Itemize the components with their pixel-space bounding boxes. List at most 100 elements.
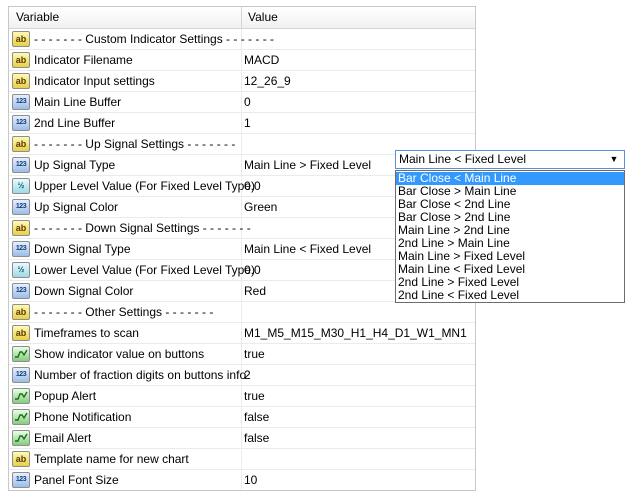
table-row[interactable]: 123 Panel Font Size 10 <box>9 470 475 490</box>
variable-name: Down Signal Color <box>34 284 134 298</box>
string-type-icon: ab <box>12 73 30 89</box>
variable-name: Lower Level Value (For Fixed Level Type) <box>34 263 255 277</box>
variable-cell[interactable]: 123 Panel Font Size <box>9 470 242 490</box>
integer-type-icon: 123 <box>12 472 30 488</box>
variable-cell[interactable]: ½ Lower Level Value (For Fixed Level Type… <box>9 260 255 280</box>
table-row[interactable]: ab Template name for new chart <box>9 449 475 470</box>
variable-name: - - - - - - - Up Signal Settings - - - -… <box>34 137 236 151</box>
variable-cell[interactable]: 123 Number of fraction digits on buttons … <box>9 365 246 385</box>
boolean-type-icon <box>12 346 30 362</box>
signal-type-combobox-value: Main Line < Fixed Level <box>399 152 527 166</box>
variable-cell[interactable]: ab - - - - - - - Down Signal Settings - -… <box>9 218 251 238</box>
integer-type-icon: 123 <box>12 115 30 131</box>
variable-cell[interactable]: ½ Upper Level Value (For Fixed Level Type… <box>9 176 255 196</box>
variable-name: Up Signal Color <box>34 200 119 214</box>
value-cell[interactable]: 1 <box>242 113 475 133</box>
variable-cell[interactable]: 123 Down Signal Type <box>9 239 242 259</box>
value-cell[interactable]: false <box>242 428 475 448</box>
variable-name: Indicator Filename <box>34 53 133 67</box>
variable-cell[interactable]: 123 Up Signal Type <box>9 155 242 175</box>
double-type-icon: ½ <box>12 262 30 278</box>
boolean-type-icon <box>12 430 30 446</box>
table-row[interactable]: 123 2nd Line Buffer 1 <box>9 113 475 134</box>
value-cell[interactable]: true <box>242 344 475 364</box>
dropdown-option[interactable]: 2nd Line < Fixed Level <box>396 289 624 302</box>
value-cell[interactable] <box>242 302 475 322</box>
variable-cell[interactable]: ab Timeframes to scan <box>9 323 242 343</box>
variable-cell[interactable]: 123 Up Signal Color <box>9 197 242 217</box>
table-row[interactable]: ab Indicator Filename MACD <box>9 50 475 71</box>
integer-type-icon: 123 <box>12 157 30 173</box>
variable-cell[interactable]: Popup Alert <box>9 386 242 406</box>
column-header-variable[interactable]: Variable <box>9 7 242 28</box>
variable-name: Panel Font Size <box>34 473 119 487</box>
signal-type-combobox[interactable]: Main Line < Fixed Level ▼ <box>395 150 625 169</box>
variable-cell[interactable]: ab Template name for new chart <box>9 449 242 469</box>
value-cell[interactable] <box>242 449 475 469</box>
chevron-down-icon[interactable]: ▼ <box>607 151 621 168</box>
table-row[interactable]: Show indicator value on buttons true <box>9 344 475 365</box>
variable-cell[interactable]: 123 Down Signal Color <box>9 281 242 301</box>
variable-name: Template name for new chart <box>34 452 189 466</box>
variable-name: Email Alert <box>34 431 92 445</box>
value-cell[interactable]: M1_M5_M15_M30_H1_H4_D1_W1_MN1 <box>242 323 475 343</box>
table-row[interactable]: ab Indicator Input settings 12_26_9 <box>9 71 475 92</box>
boolean-type-icon <box>12 409 30 425</box>
table-row[interactable]: 123 Number of fraction digits on buttons … <box>9 365 475 386</box>
variable-cell[interactable]: Email Alert <box>9 428 242 448</box>
string-type-icon: ab <box>12 220 30 236</box>
table-row[interactable]: ab - - - - - - - Custom Indicator Setting… <box>9 29 475 50</box>
signal-type-dropdown-list[interactable]: Bar Close < Main Line Bar Close > Main Li… <box>395 170 625 303</box>
variable-cell[interactable]: ab Indicator Filename <box>9 50 242 70</box>
value-cell[interactable]: 0 <box>242 92 475 112</box>
variable-cell[interactable]: ab - - - - - - - Other Settings - - - - -… <box>9 302 242 322</box>
variable-name: Number of fraction digits on buttons inf… <box>34 368 247 382</box>
string-type-icon: ab <box>12 31 30 47</box>
value-cell[interactable]: true <box>242 386 475 406</box>
variable-name: - - - - - - - Other Settings - - - - - -… <box>34 305 214 319</box>
variable-cell[interactable]: Show indicator value on buttons <box>9 344 242 364</box>
variable-name: - - - - - - - Down Signal Settings - - -… <box>34 221 251 235</box>
table-row[interactable]: 123 Main Line Buffer 0 <box>9 92 475 113</box>
table-row[interactable]: ab Timeframes to scan M1_M5_M15_M30_H1_H4_… <box>9 323 475 344</box>
variable-cell[interactable]: 123 Main Line Buffer <box>9 92 242 112</box>
integer-type-icon: 123 <box>12 283 30 299</box>
integer-type-icon: 123 <box>12 367 30 383</box>
value-cell[interactable] <box>242 29 475 49</box>
variable-name: Main Line Buffer <box>34 95 122 109</box>
value-cell[interactable]: 12_26_9 <box>242 71 475 91</box>
variable-name: Show indicator value on buttons <box>34 347 205 361</box>
double-type-icon: ½ <box>12 178 30 194</box>
integer-type-icon: 123 <box>12 241 30 257</box>
variable-cell[interactable]: 123 2nd Line Buffer <box>9 113 242 133</box>
string-type-icon: ab <box>12 304 30 320</box>
boolean-type-icon <box>12 388 30 404</box>
variable-cell[interactable]: Phone Notification <box>9 407 242 427</box>
value-cell[interactable]: 2 <box>242 365 475 385</box>
variable-cell[interactable]: ab - - - - - - - Up Signal Settings - - -… <box>9 134 242 154</box>
string-type-icon: ab <box>12 136 30 152</box>
variable-name: Popup Alert <box>34 389 97 403</box>
string-type-icon: ab <box>12 325 30 341</box>
column-header-value[interactable]: Value <box>241 7 278 28</box>
variable-name: Timeframes to scan <box>34 326 139 340</box>
table-row[interactable]: ab - - - - - - - Other Settings - - - - -… <box>9 302 475 323</box>
variable-name: Down Signal Type <box>34 242 131 256</box>
value-cell[interactable]: false <box>242 407 475 427</box>
table-row[interactable]: Popup Alert true <box>9 386 475 407</box>
table-row[interactable]: Phone Notification false <box>9 407 475 428</box>
table-row[interactable]: Email Alert false <box>9 428 475 449</box>
value-cell[interactable]: MACD <box>242 50 475 70</box>
variable-cell[interactable]: ab - - - - - - - Custom Indicator Setting… <box>9 29 274 49</box>
variable-name: Upper Level Value (For Fixed Level Type) <box>34 179 255 193</box>
integer-type-icon: 123 <box>12 94 30 110</box>
variable-name: Up Signal Type <box>34 158 116 172</box>
string-type-icon: ab <box>12 451 30 467</box>
integer-type-icon: 123 <box>12 199 30 215</box>
string-type-icon: ab <box>12 52 30 68</box>
variable-name: Indicator Input settings <box>34 74 155 88</box>
variable-cell[interactable]: ab Indicator Input settings <box>9 71 242 91</box>
variable-name: - - - - - - - Custom Indicator Settings … <box>34 32 275 46</box>
variable-name: Phone Notification <box>34 410 132 424</box>
value-cell[interactable]: 10 <box>242 470 475 490</box>
